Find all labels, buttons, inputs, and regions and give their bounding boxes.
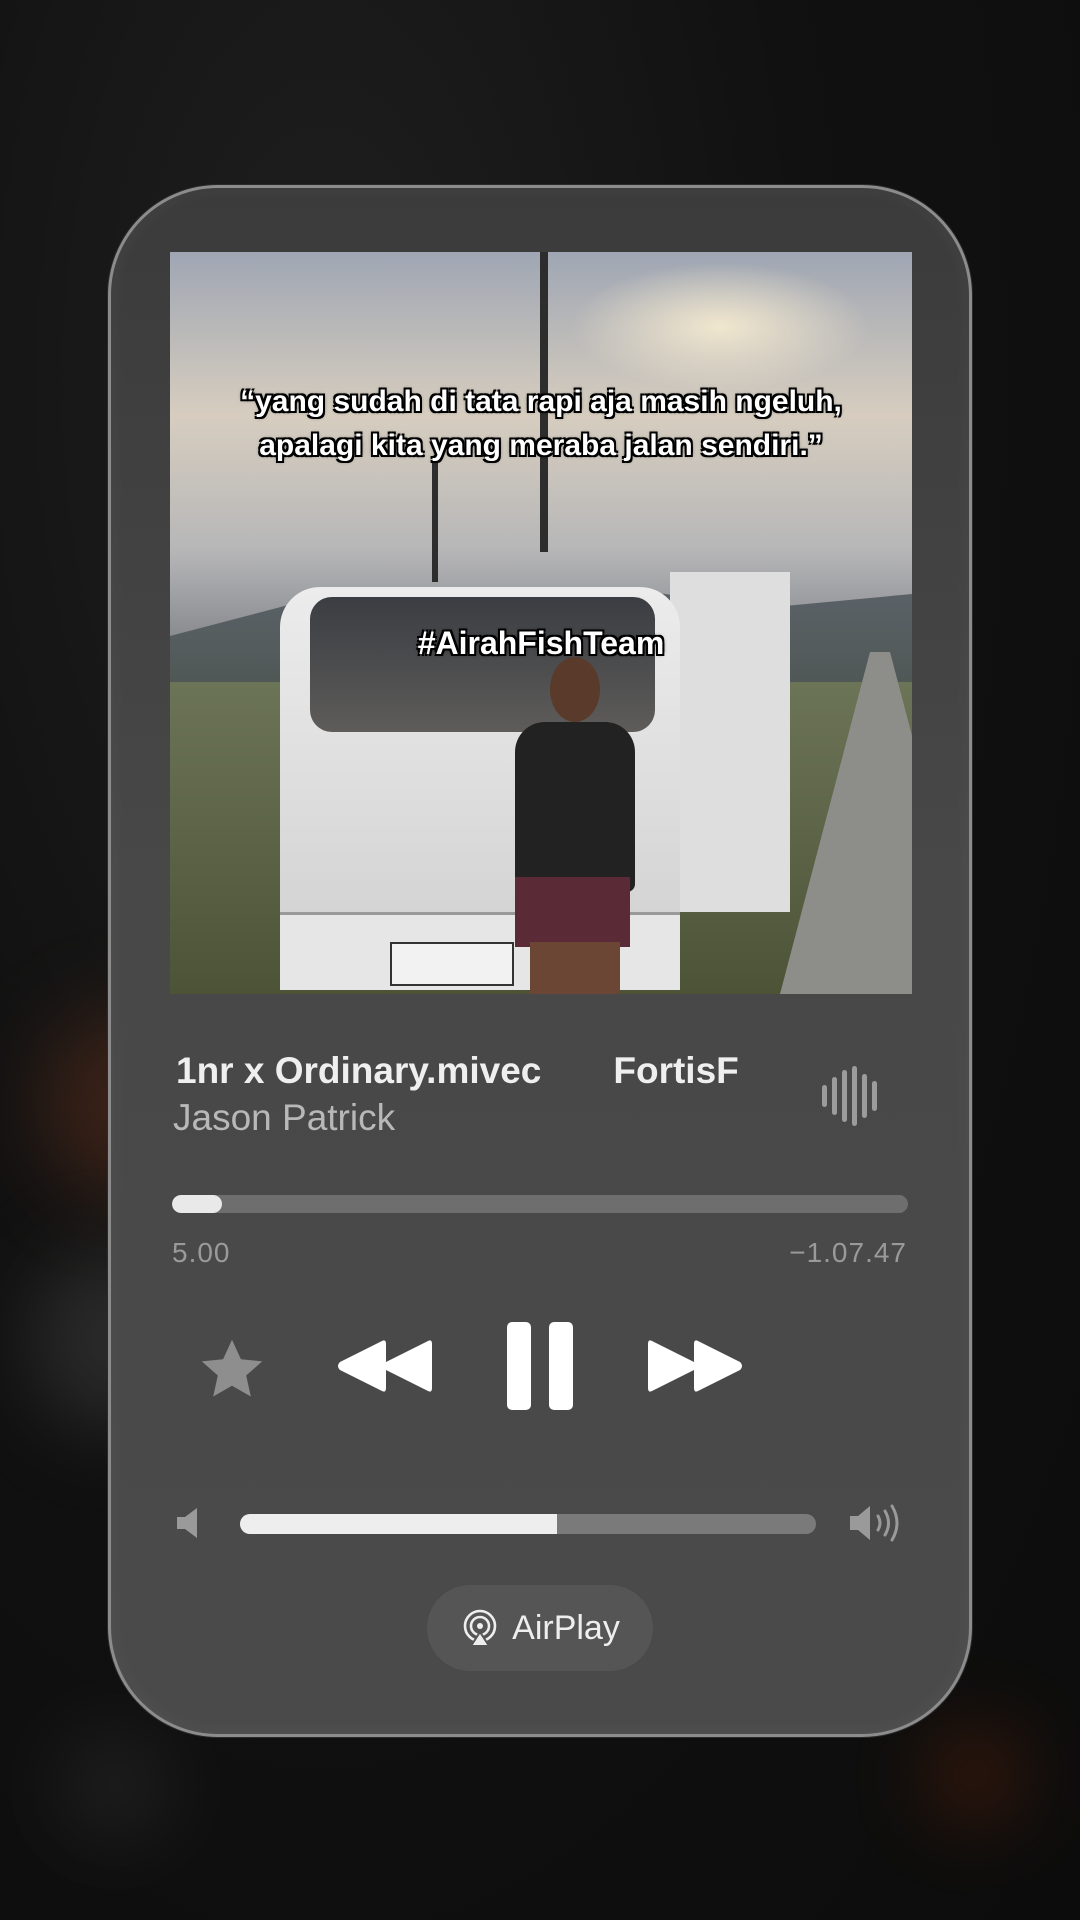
elapsed-time: 5.00: [172, 1237, 231, 1268]
volume-low-icon: [177, 1508, 197, 1538]
fast-forward-icon[interactable]: [646, 1335, 746, 1397]
artwork-pole: [432, 462, 438, 582]
track-title-marquee-next: FortisF: [613, 1050, 739, 1091]
audio-waveform-icon: [822, 1065, 882, 1127]
airplay-label: AirPlay: [512, 1608, 620, 1647]
artwork-hashtag-text: #AirahFishTeam: [417, 625, 665, 661]
playback-progress-fill: [172, 1195, 223, 1213]
artwork-license-plate: [390, 942, 514, 986]
background-blur: [930, 1730, 1020, 1820]
rewind-icon[interactable]: [334, 1335, 434, 1397]
background-blur: [60, 1730, 170, 1840]
remaining-time: −1.07.47: [789, 1237, 907, 1268]
artwork-person: [515, 877, 630, 947]
airplay-button[interactable]: AirPlay: [427, 1585, 653, 1671]
pause-icon[interactable]: [505, 1320, 575, 1412]
star-icon[interactable]: [193, 1333, 271, 1407]
artwork-quote-text: “yang sudah di tata rapi aja masih ngelu…: [240, 385, 842, 462]
album-artwork[interactable]: “yang sudah di tata rapi aja masih ngelu…: [170, 252, 912, 994]
airplay-icon: [463, 1609, 497, 1647]
volume-slider[interactable]: [240, 1514, 816, 1534]
volume-high-icon: [850, 1504, 899, 1542]
artwork-person: [530, 942, 620, 994]
artwork-person: [515, 722, 635, 892]
track-title-text: 1nr x Ordinary.mivec: [176, 1050, 542, 1091]
track-title[interactable]: 1nr x Ordinary.mivec FortisF: [176, 1050, 788, 1100]
artwork-person: [550, 657, 600, 722]
track-artist[interactable]: Jason Patrick: [173, 1097, 395, 1139]
artwork-sky: [570, 262, 870, 392]
volume-level-fill: [240, 1514, 557, 1534]
playback-scrubber[interactable]: [172, 1195, 908, 1213]
